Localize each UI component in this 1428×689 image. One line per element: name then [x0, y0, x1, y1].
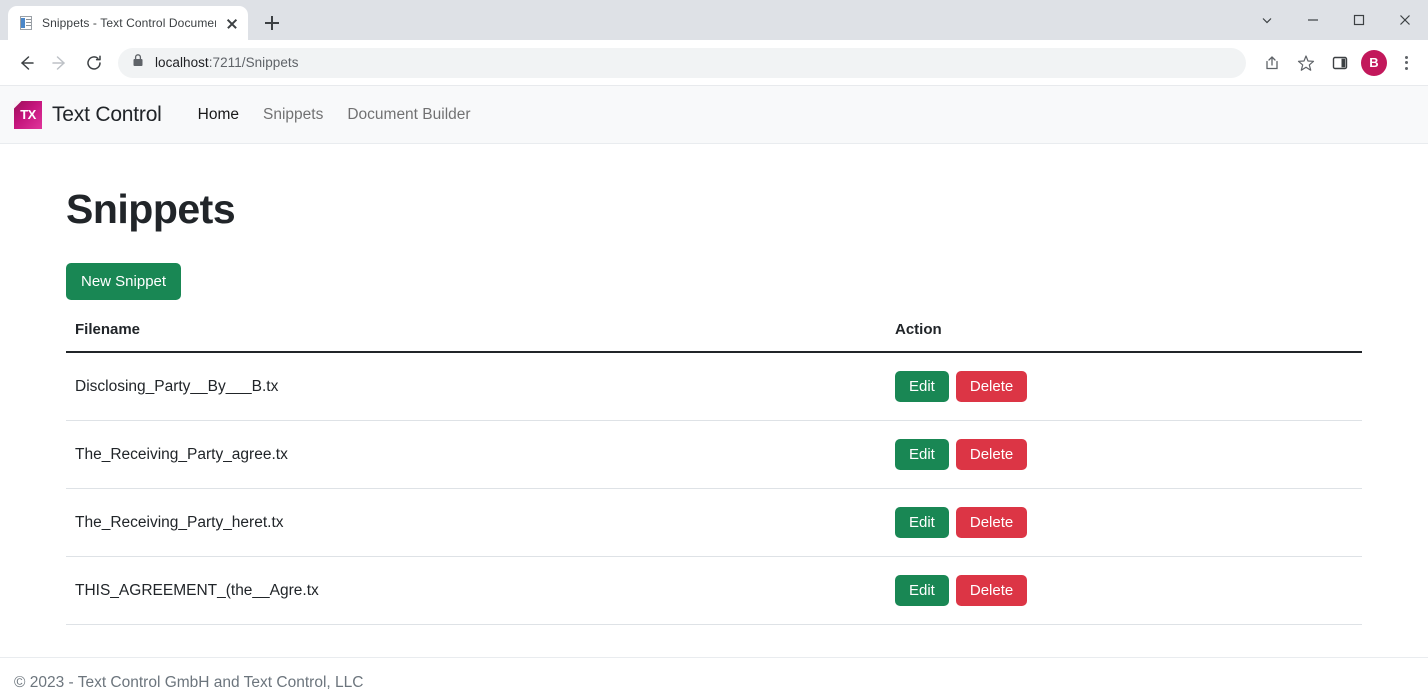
- cell-filename: The_Receiving_Party_agree.tx: [66, 420, 886, 489]
- page-footer: © 2023 - Text Control GmbH and Text Cont…: [0, 657, 1428, 689]
- edit-button[interactable]: Edit: [895, 439, 949, 470]
- action-group: Edit Delete: [895, 371, 1362, 402]
- bookmark-star-icon[interactable]: [1290, 47, 1322, 79]
- new-snippet-button[interactable]: New Snippet: [66, 263, 182, 300]
- column-header-filename: Filename: [66, 321, 886, 353]
- cell-filename: Disclosing_Party__By___B.tx: [66, 352, 886, 421]
- url-text: localhost:7211/Snippets: [155, 55, 299, 70]
- new-tab-button[interactable]: [258, 9, 286, 37]
- profile-avatar[interactable]: B: [1361, 49, 1387, 76]
- delete-button[interactable]: Delete: [955, 575, 1028, 606]
- table-row: The_Receiving_Party_agree.tx Edit Delete: [66, 420, 1362, 489]
- cell-actions: Edit Delete: [886, 556, 1362, 625]
- browser-tab-active[interactable]: Snippets - Text Control Documen: [8, 6, 248, 40]
- action-group: Edit Delete: [895, 507, 1362, 538]
- share-icon[interactable]: [1256, 47, 1288, 79]
- page-content: Snippets New Snippet Filename Action Dis…: [0, 186, 1428, 689]
- url-path: :7211/Snippets: [208, 55, 299, 70]
- cell-filename: The_Receiving_Party_heret.tx: [66, 488, 886, 557]
- tab-title: Snippets - Text Control Documen: [42, 16, 216, 30]
- forward-icon[interactable]: [44, 47, 76, 79]
- logo-text: TX: [20, 107, 36, 122]
- browser-toolbar: localhost:7211/Snippets B: [0, 40, 1428, 86]
- minimize-icon[interactable]: [1290, 0, 1336, 40]
- brand-logo-link[interactable]: TX Text Control: [14, 100, 162, 129]
- table-head: Filename Action: [66, 321, 1362, 353]
- delete-button[interactable]: Delete: [955, 371, 1028, 402]
- delete-button[interactable]: Delete: [955, 507, 1028, 538]
- table-header-row: Filename Action: [66, 321, 1362, 353]
- table-body: Disclosing_Party__By___B.tx Edit Delete …: [66, 352, 1362, 625]
- side-panel-icon[interactable]: [1324, 47, 1356, 79]
- text-control-logo-icon: TX: [14, 100, 42, 129]
- table-row: Disclosing_Party__By___B.tx Edit Delete: [66, 352, 1362, 421]
- action-group: Edit Delete: [895, 575, 1362, 606]
- document-icon: [18, 15, 34, 31]
- lock-icon: [132, 53, 144, 72]
- tab-strip: Snippets - Text Control Documen: [0, 0, 1428, 40]
- nav-links: Home Snippets Document Builder: [186, 98, 483, 132]
- cell-actions: Edit Delete: [886, 488, 1362, 557]
- maximize-icon[interactable]: [1336, 0, 1382, 40]
- close-window-icon[interactable]: [1382, 0, 1428, 40]
- brand-name: Text Control: [52, 102, 162, 126]
- page-viewport: TX Text Control Home Snippets Document B…: [0, 86, 1428, 689]
- action-group: Edit Delete: [895, 439, 1362, 470]
- page-title: Snippets: [66, 186, 236, 232]
- snippets-table: Filename Action Disclosing_Party__By___B…: [66, 321, 1362, 625]
- cell-filename: THIS_AGREEMENT_(the__Agre.tx: [66, 556, 886, 625]
- site-navbar: TX Text Control Home Snippets Document B…: [0, 86, 1428, 144]
- nav-link-home[interactable]: Home: [186, 98, 251, 132]
- chevron-down-icon[interactable]: [1244, 0, 1290, 40]
- browser-menu-icon[interactable]: [1392, 47, 1420, 79]
- back-icon[interactable]: [10, 47, 42, 79]
- edit-button[interactable]: Edit: [895, 575, 949, 606]
- address-bar[interactable]: localhost:7211/Snippets: [118, 47, 1246, 78]
- close-icon[interactable]: [224, 15, 240, 31]
- nav-link-document-builder[interactable]: Document Builder: [335, 98, 482, 132]
- table-row: The_Receiving_Party_heret.tx Edit Delete: [66, 488, 1362, 557]
- edit-button[interactable]: Edit: [895, 371, 949, 402]
- edit-button[interactable]: Edit: [895, 507, 949, 538]
- window-controls: [1244, 0, 1428, 40]
- reload-icon[interactable]: [78, 47, 110, 79]
- url-host: localhost: [155, 55, 209, 70]
- cell-actions: Edit Delete: [886, 352, 1362, 421]
- column-header-action: Action: [886, 321, 1362, 353]
- nav-link-snippets[interactable]: Snippets: [251, 98, 335, 132]
- table-row: THIS_AGREEMENT_(the__Agre.tx Edit Delete: [66, 556, 1362, 625]
- browser-window: Snippets - Text Control Documen localhos…: [0, 0, 1428, 689]
- delete-button[interactable]: Delete: [955, 439, 1028, 470]
- cell-actions: Edit Delete: [886, 420, 1362, 489]
